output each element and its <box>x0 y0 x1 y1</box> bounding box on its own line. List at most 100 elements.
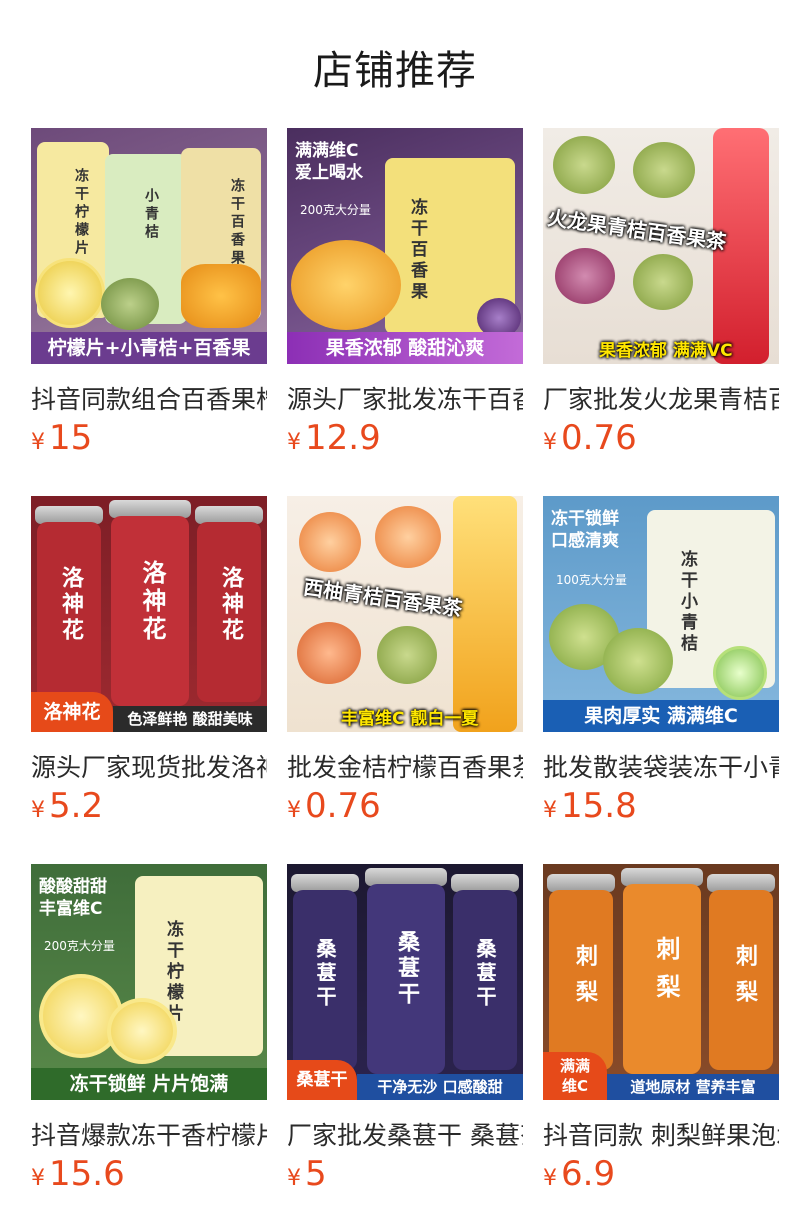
image-banner: 柠檬片+小青桔+百香果 <box>31 332 267 364</box>
bag-label: 小青桔 <box>143 188 159 242</box>
kumquat-icon <box>377 626 437 684</box>
kumquat-icon <box>553 136 615 194</box>
product-image[interactable]: 洛神花 洛神花 洛神花 洛神花 色泽鲜艳 酸甜美味 <box>31 496 267 732</box>
jar-label: 洛神花 <box>138 560 167 644</box>
corner-badge: 洛神花 <box>31 692 113 732</box>
product-image[interactable]: 桑葚干 桑葚干 桑葚干 桑葚干 干净无沙 口感酸甜 <box>287 864 523 1100</box>
product-grid: 冻干柠檬片 小青桔 冻干百香果 柠檬片+小青桔+百香果 抖音同款组合百香果柠檬片… <box>31 128 779 1232</box>
image-banner: 冻干锁鲜 片片饱满 <box>31 1068 267 1100</box>
image-overlay-text: 火龙果青桔百香果茶 <box>545 205 728 255</box>
currency-symbol: ¥ <box>543 430 557 455</box>
product-image[interactable]: 西柚青桔百香果茶 丰富维C 靓白一夏 <box>287 496 523 732</box>
product-title[interactable]: 抖音同款 刺梨鲜果泡水 <box>543 1116 779 1152</box>
currency-symbol: ¥ <box>543 798 557 823</box>
price-row: ¥0.76 <box>287 786 381 826</box>
product-title[interactable]: 厂家批发桑葚干 桑葚茶 <box>287 1116 523 1152</box>
currency-symbol: ¥ <box>287 1166 301 1191</box>
image-headline: 满满维C 爱上喝水 <box>295 141 363 183</box>
price-row: ¥15.8 <box>543 786 637 826</box>
bag-label: 冻干小青桔 <box>677 550 697 655</box>
bag-label: 冻干百香果 <box>407 198 427 303</box>
image-banner: 果肉厚实 满满维C <box>543 700 779 732</box>
image-banner: 果香浓郁 酸甜沁爽 <box>287 332 523 364</box>
price-row: ¥5.2 <box>31 786 103 826</box>
product-card[interactable]: 酸酸甜甜 丰富维C 200克大分量 冻干柠檬片 冻干锁鲜 片片饱满 抖音爆款冻干… <box>31 864 267 1232</box>
lemon-slice-icon <box>107 998 177 1064</box>
product-price: 0.76 <box>305 786 381 826</box>
image-banner: 果香浓郁 满满VC <box>599 341 733 361</box>
grapefruit-icon <box>299 512 361 572</box>
kumquat-icon <box>101 278 159 330</box>
kumquat-icon <box>633 142 695 198</box>
jar-label: 桑葚干 <box>313 938 337 1010</box>
image-banner: 干净无沙 口感酸甜 <box>357 1074 523 1100</box>
product-image[interactable]: 火龙果青桔百香果茶 果香浓郁 满满VC <box>543 128 779 364</box>
price-row: ¥6.9 <box>543 1154 615 1194</box>
product-card[interactable]: 火龙果青桔百香果茶 果香浓郁 满满VC 厂家批发火龙果青桔百香果茶 ¥0.76 <box>543 128 779 496</box>
image-banner: 道地原材 营养丰富 <box>607 1074 779 1100</box>
jar-label: 刺梨 <box>652 936 681 1012</box>
lime-slice-icon <box>713 646 767 700</box>
image-headline: 冻干锁鲜 口感清爽 <box>551 509 619 551</box>
currency-symbol: ¥ <box>543 1166 557 1191</box>
product-image[interactable]: 冻干锁鲜 口感清爽 100克大分量 冻干小青桔 果肉厚实 满满维C <box>543 496 779 732</box>
drink-bottle <box>453 496 517 732</box>
jar-label: 洛神花 <box>218 566 244 644</box>
image-subtitle: 100克大分量 <box>556 573 627 587</box>
product-price: 15.6 <box>49 1154 125 1194</box>
jar-label: 刺梨 <box>732 944 758 1016</box>
currency-symbol: ¥ <box>287 798 301 823</box>
product-title[interactable]: 源头厂家批发冻干百香果片 <box>287 380 523 416</box>
passion-fruit-icon <box>291 240 401 330</box>
passion-fruit-icon <box>181 264 261 328</box>
product-title[interactable]: 批发散装袋装冻干小青桔 <box>543 748 779 784</box>
currency-symbol: ¥ <box>31 430 45 455</box>
bag-label: 冻干柠檬片 <box>73 168 89 258</box>
price-row: ¥5 <box>287 1154 327 1194</box>
currency-symbol: ¥ <box>31 798 45 823</box>
product-price: 15.8 <box>561 786 637 826</box>
image-headline: 酸酸甜甜 丰富维C <box>39 877 107 919</box>
jar-label: 桑葚干 <box>394 930 420 1008</box>
product-card[interactable]: 满满维C 爱上喝水 200克大分量 冻干百香果 果香浓郁 酸甜沁爽 源头厂家批发… <box>287 128 523 496</box>
product-price: 15 <box>49 418 93 458</box>
corner-badge: 桑葚干 <box>287 1060 357 1100</box>
product-title[interactable]: 抖音爆款冻干香柠檬片 <box>31 1116 267 1152</box>
price-row: ¥15.6 <box>31 1154 125 1194</box>
dragon-fruit-icon <box>555 248 615 304</box>
grapefruit-icon <box>297 622 361 684</box>
product-image[interactable]: 满满维C 爱上喝水 200克大分量 冻干百香果 果香浓郁 酸甜沁爽 <box>287 128 523 364</box>
product-card[interactable]: 冻干柠檬片 小青桔 冻干百香果 柠檬片+小青桔+百香果 抖音同款组合百香果柠檬片… <box>31 128 267 496</box>
kumquat-icon <box>603 628 673 694</box>
price-row: ¥12.9 <box>287 418 381 458</box>
product-price: 0.76 <box>561 418 637 458</box>
product-card[interactable]: 西柚青桔百香果茶 丰富维C 靓白一夏 批发金桔柠檬百香果茶包 ¥0.76 <box>287 496 523 864</box>
bag-label: 冻干百香果 <box>229 178 245 268</box>
image-overlay-text: 西柚青桔百香果茶 <box>301 574 464 622</box>
product-card[interactable]: 冻干锁鲜 口感清爽 100克大分量 冻干小青桔 果肉厚实 满满维C 批发散装袋装… <box>543 496 779 864</box>
grapefruit-icon <box>375 506 441 568</box>
product-title[interactable]: 源头厂家现货批发洛神花茶 <box>31 748 267 784</box>
product-image[interactable]: 刺梨 刺梨 刺梨 满满 维C 道地原材 营养丰富 <box>543 864 779 1100</box>
product-image[interactable]: 冻干柠檬片 小青桔 冻干百香果 柠檬片+小青桔+百香果 <box>31 128 267 364</box>
corner-badge: 满满 维C <box>543 1052 607 1100</box>
page-title: 店铺推荐 <box>313 48 477 94</box>
product-title[interactable]: 厂家批发火龙果青桔百香果茶 <box>543 380 779 416</box>
lemon-slice-icon <box>35 258 105 328</box>
product-price: 6.9 <box>561 1154 616 1194</box>
currency-symbol: ¥ <box>31 1166 45 1191</box>
product-price: 5 <box>305 1154 327 1194</box>
currency-symbol: ¥ <box>287 430 301 455</box>
product-title[interactable]: 批发金桔柠檬百香果茶包 <box>287 748 523 784</box>
product-title[interactable]: 抖音同款组合百香果柠檬片小青桔 <box>31 380 267 416</box>
image-subtitle: 200克大分量 <box>44 939 115 953</box>
jar-label: 刺梨 <box>572 944 598 1016</box>
product-card[interactable]: 洛神花 洛神花 洛神花 洛神花 色泽鲜艳 酸甜美味 源头厂家现货批发洛神花茶 ¥… <box>31 496 267 864</box>
product-image[interactable]: 酸酸甜甜 丰富维C 200克大分量 冻干柠檬片 冻干锁鲜 片片饱满 <box>31 864 267 1100</box>
price-row: ¥15 <box>31 418 92 458</box>
product-card[interactable]: 刺梨 刺梨 刺梨 满满 维C 道地原材 营养丰富 抖音同款 刺梨鲜果泡水 ¥6.… <box>543 864 779 1232</box>
price-row: ¥0.76 <box>543 418 637 458</box>
product-card[interactable]: 桑葚干 桑葚干 桑葚干 桑葚干 干净无沙 口感酸甜 厂家批发桑葚干 桑葚茶 ¥5 <box>287 864 523 1232</box>
product-price: 12.9 <box>305 418 381 458</box>
jar-label: 洛神花 <box>58 566 84 644</box>
